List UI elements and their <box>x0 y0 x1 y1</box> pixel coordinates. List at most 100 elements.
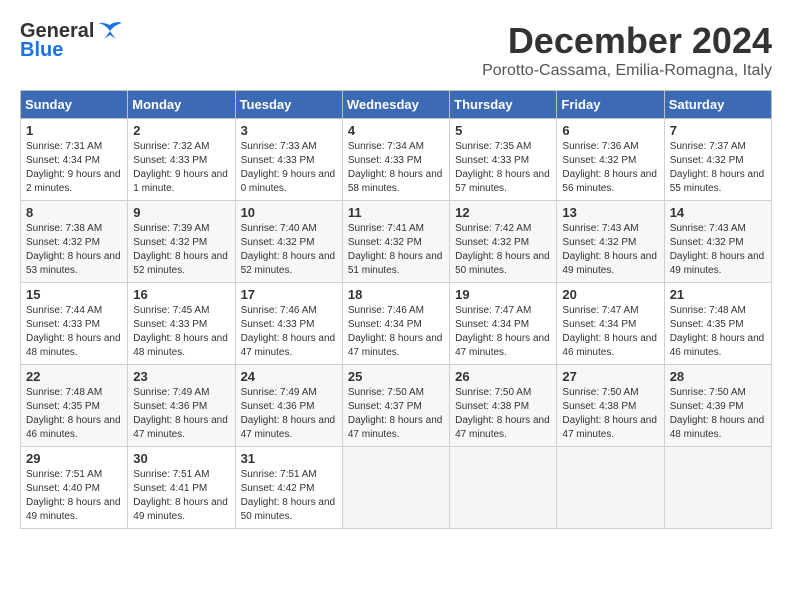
calendar-cell: 26Sunrise: 7:50 AMSunset: 4:38 PMDayligh… <box>450 365 557 447</box>
header-row: Sunday Monday Tuesday Wednesday Thursday… <box>21 91 772 119</box>
calendar-cell: 15 Sunrise: 7:44 AMSunset: 4:33 PMDayligh… <box>21 283 128 365</box>
location: Porotto-Cassama, Emilia-Romagna, Italy <box>482 62 772 80</box>
cell-details: Sunrise: 7:50 AMSunset: 4:37 PMDaylight:… <box>348 386 444 442</box>
cell-details: Sunrise: 7:34 AMSunset: 4:33 PMDaylight:… <box>348 140 444 196</box>
calendar-cell <box>450 447 557 529</box>
header: General Blue December 2024 Porotto-Cassa… <box>20 20 772 80</box>
cell-details: Sunrise: 7:46 AMSunset: 4:34 PMDaylight:… <box>348 304 444 360</box>
day-number: 2 <box>133 123 229 138</box>
week-row-1: 1 Sunrise: 7:31 AMSunset: 4:34 PMDaylight… <box>21 119 772 201</box>
calendar-cell: 11Sunrise: 7:41 AMSunset: 4:32 PMDayligh… <box>342 201 449 283</box>
cell-details: Sunrise: 7:50 AMSunset: 4:38 PMDaylight:… <box>455 386 551 442</box>
cell-details: Sunrise: 7:39 AMSunset: 4:32 PMDaylight:… <box>133 222 229 278</box>
day-number: 28 <box>670 369 766 384</box>
day-number: 29 <box>26 451 122 466</box>
logo-blue: Blue <box>20 39 63 62</box>
col-tuesday: Tuesday <box>235 91 342 119</box>
day-number: 7 <box>670 123 766 138</box>
title-block: December 2024 Porotto-Cassama, Emilia-Ro… <box>482 20 772 80</box>
week-row-3: 15 Sunrise: 7:44 AMSunset: 4:33 PMDayligh… <box>21 283 772 365</box>
calendar-cell: 10Sunrise: 7:40 AMSunset: 4:32 PMDayligh… <box>235 201 342 283</box>
calendar-cell: 4Sunrise: 7:34 AMSunset: 4:33 PMDaylight… <box>342 119 449 201</box>
day-number: 21 <box>670 287 766 302</box>
day-number: 3 <box>241 123 337 138</box>
cell-details: Sunrise: 7:45 AMSunset: 4:33 PMDaylight:… <box>133 304 229 360</box>
week-row-5: 29 Sunrise: 7:51 AMSunset: 4:40 PMDayligh… <box>21 447 772 529</box>
day-number: 13 <box>562 205 658 220</box>
day-number: 25 <box>348 369 444 384</box>
month-title: December 2024 <box>482 20 772 62</box>
calendar-cell: 1 Sunrise: 7:31 AMSunset: 4:34 PMDaylight… <box>21 119 128 201</box>
cell-details: Sunrise: 7:37 AMSunset: 4:32 PMDaylight:… <box>670 140 766 196</box>
cell-details: Sunrise: 7:50 AMSunset: 4:39 PMDaylight:… <box>670 386 766 442</box>
calendar-cell: 30Sunrise: 7:51 AMSunset: 4:41 PMDayligh… <box>128 447 235 529</box>
day-number: 14 <box>670 205 766 220</box>
calendar-cell: 18 Sunrise: 7:46 AMSunset: 4:34 PMDayligh… <box>342 283 449 365</box>
cell-details: Sunrise: 7:35 AMSunset: 4:33 PMDaylight:… <box>455 140 551 196</box>
day-number: 31 <box>241 451 337 466</box>
cell-details: Sunrise: 7:49 AMSunset: 4:36 PMDaylight:… <box>241 386 337 442</box>
logo: General Blue <box>20 20 124 62</box>
day-number: 8 <box>26 205 122 220</box>
calendar-cell: 12Sunrise: 7:42 AMSunset: 4:32 PMDayligh… <box>450 201 557 283</box>
calendar-cell: 23 Sunrise: 7:49 AMSunset: 4:36 PMDayligh… <box>128 365 235 447</box>
cell-details: Sunrise: 7:31 AMSunset: 4:34 PMDaylight:… <box>26 140 122 196</box>
day-number: 10 <box>241 205 337 220</box>
cell-details: Sunrise: 7:51 AMSunset: 4:42 PMDaylight:… <box>241 468 337 524</box>
cell-details: Sunrise: 7:47 AMSunset: 4:34 PMDaylight:… <box>562 304 658 360</box>
calendar-cell: 7 Sunrise: 7:37 AMSunset: 4:32 PMDaylight… <box>664 119 771 201</box>
calendar-cell: 31 Sunrise: 7:51 AMSunset: 4:42 PMDayligh… <box>235 447 342 529</box>
day-number: 11 <box>348 205 444 220</box>
logo-bird-icon <box>96 21 124 43</box>
cell-details: Sunrise: 7:38 AMSunset: 4:32 PMDaylight:… <box>26 222 122 278</box>
day-number: 24 <box>241 369 337 384</box>
calendar-cell: 6 Sunrise: 7:36 AMSunset: 4:32 PMDaylight… <box>557 119 664 201</box>
cell-details: Sunrise: 7:47 AMSunset: 4:34 PMDaylight:… <box>455 304 551 360</box>
cell-details: Sunrise: 7:33 AMSunset: 4:33 PMDaylight:… <box>241 140 337 196</box>
calendar-cell: 14 Sunrise: 7:43 AMSunset: 4:32 PMDayligh… <box>664 201 771 283</box>
cell-details: Sunrise: 7:36 AMSunset: 4:32 PMDaylight:… <box>562 140 658 196</box>
cell-details: Sunrise: 7:42 AMSunset: 4:32 PMDaylight:… <box>455 222 551 278</box>
col-sunday: Sunday <box>21 91 128 119</box>
cell-details: Sunrise: 7:43 AMSunset: 4:32 PMDaylight:… <box>670 222 766 278</box>
calendar-cell: 25 Sunrise: 7:50 AMSunset: 4:37 PMDayligh… <box>342 365 449 447</box>
day-number: 15 <box>26 287 122 302</box>
calendar-cell: 21 Sunrise: 7:48 AMSunset: 4:35 PMDayligh… <box>664 283 771 365</box>
col-friday: Friday <box>557 91 664 119</box>
calendar-cell <box>664 447 771 529</box>
cell-details: Sunrise: 7:44 AMSunset: 4:33 PMDaylight:… <box>26 304 122 360</box>
day-number: 6 <box>562 123 658 138</box>
day-number: 23 <box>133 369 229 384</box>
calendar-cell <box>557 447 664 529</box>
cell-details: Sunrise: 7:43 AMSunset: 4:32 PMDaylight:… <box>562 222 658 278</box>
cell-details: Sunrise: 7:48 AMSunset: 4:35 PMDaylight:… <box>670 304 766 360</box>
day-number: 27 <box>562 369 658 384</box>
col-thursday: Thursday <box>450 91 557 119</box>
calendar-cell: 27 Sunrise: 7:50 AMSunset: 4:38 PMDayligh… <box>557 365 664 447</box>
cell-details: Sunrise: 7:50 AMSunset: 4:38 PMDaylight:… <box>562 386 658 442</box>
calendar-cell: 5 Sunrise: 7:35 AMSunset: 4:33 PMDaylight… <box>450 119 557 201</box>
day-number: 5 <box>455 123 551 138</box>
day-number: 1 <box>26 123 122 138</box>
calendar-cell: 20 Sunrise: 7:47 AMSunset: 4:34 PMDayligh… <box>557 283 664 365</box>
day-number: 20 <box>562 287 658 302</box>
day-number: 18 <box>348 287 444 302</box>
calendar-cell: 17 Sunrise: 7:46 AMSunset: 4:33 PMDayligh… <box>235 283 342 365</box>
cell-details: Sunrise: 7:49 AMSunset: 4:36 PMDaylight:… <box>133 386 229 442</box>
day-number: 9 <box>133 205 229 220</box>
calendar-cell: 16Sunrise: 7:45 AMSunset: 4:33 PMDayligh… <box>128 283 235 365</box>
col-wednesday: Wednesday <box>342 91 449 119</box>
cell-details: Sunrise: 7:51 AMSunset: 4:40 PMDaylight:… <box>26 468 122 524</box>
calendar-table: Sunday Monday Tuesday Wednesday Thursday… <box>20 90 772 529</box>
calendar-cell: 28 Sunrise: 7:50 AMSunset: 4:39 PMDayligh… <box>664 365 771 447</box>
calendar-cell: 19Sunrise: 7:47 AMSunset: 4:34 PMDayligh… <box>450 283 557 365</box>
day-number: 22 <box>26 369 122 384</box>
cell-details: Sunrise: 7:46 AMSunset: 4:33 PMDaylight:… <box>241 304 337 360</box>
calendar-cell <box>342 447 449 529</box>
cell-details: Sunrise: 7:32 AMSunset: 4:33 PMDaylight:… <box>133 140 229 196</box>
day-number: 17 <box>241 287 337 302</box>
calendar-cell: 3 Sunrise: 7:33 AMSunset: 4:33 PMDaylight… <box>235 119 342 201</box>
calendar-cell: 13 Sunrise: 7:43 AMSunset: 4:32 PMDayligh… <box>557 201 664 283</box>
calendar-cell: 9 Sunrise: 7:39 AMSunset: 4:32 PMDaylight… <box>128 201 235 283</box>
cell-details: Sunrise: 7:51 AMSunset: 4:41 PMDaylight:… <box>133 468 229 524</box>
